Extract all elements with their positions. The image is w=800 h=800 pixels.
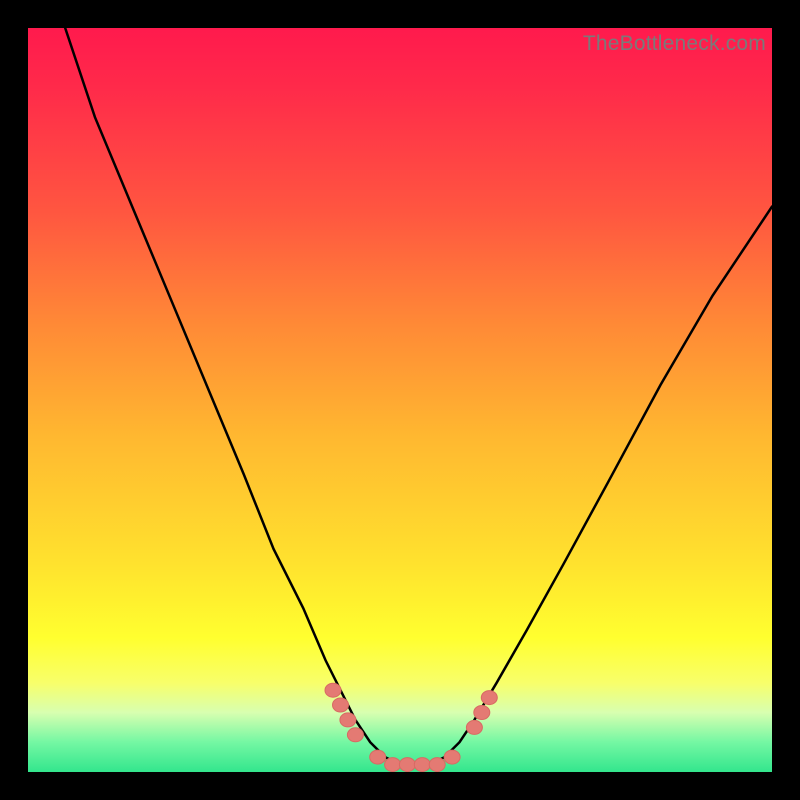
marker-dot — [347, 728, 363, 742]
marker-dot — [414, 758, 430, 772]
chart-frame: TheBottleneck.com — [0, 0, 800, 800]
marker-dot — [474, 706, 490, 720]
marker-dot — [444, 750, 460, 764]
plot-area: TheBottleneck.com — [28, 28, 772, 772]
marker-dots — [325, 683, 497, 771]
marker-dot — [385, 758, 401, 772]
marker-dot — [370, 750, 386, 764]
marker-dot — [481, 691, 497, 705]
marker-dot — [399, 758, 415, 772]
marker-dot — [466, 720, 482, 734]
marker-dot — [325, 683, 341, 697]
chart-svg — [28, 28, 772, 772]
marker-dot — [333, 698, 349, 712]
bottleneck-curve — [65, 28, 772, 765]
marker-dot — [340, 713, 356, 727]
marker-dot — [429, 758, 445, 772]
